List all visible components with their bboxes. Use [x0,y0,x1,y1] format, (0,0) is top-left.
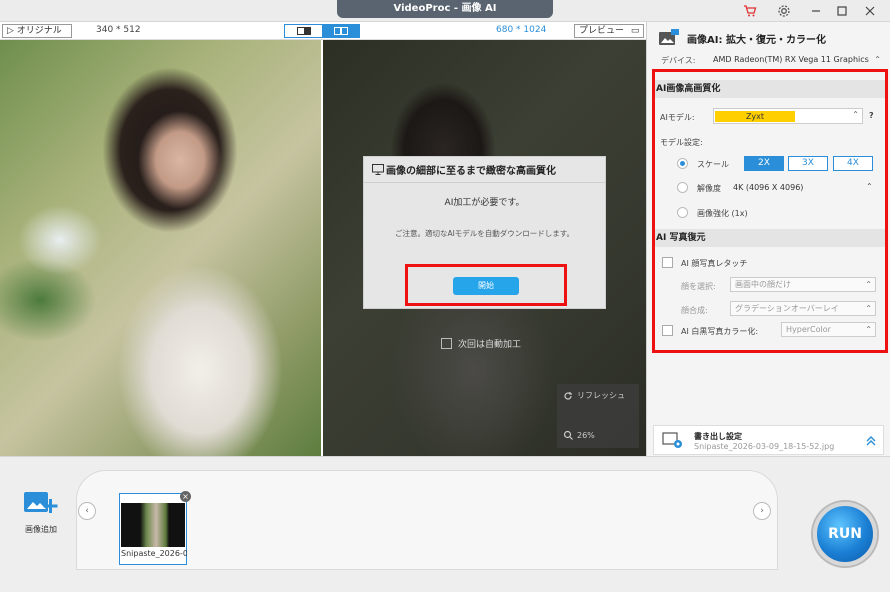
cart-icon[interactable] [742,3,758,19]
play-left-icon: ▷ [7,26,14,36]
remove-thumbnail-icon[interactable]: × [180,491,191,502]
thumbnail-name: Snipaste_2026-0 [121,549,187,558]
export-title: 書き出し設定 [694,432,742,441]
refresh-button[interactable]: リフレッシュ [563,390,625,401]
export-settings-icon [662,432,682,448]
gear-icon[interactable] [776,3,792,19]
preview-tab[interactable]: プレビュー ▭ [574,24,644,38]
single-view-button[interactable] [285,25,322,37]
view-mode-toggle[interactable] [284,24,360,38]
export-settings[interactable]: 書き出し設定 Snipaste_2026-03-09_18-15-52.jpg [653,425,884,455]
auto-process-row[interactable]: 次回は自動加工 [441,337,521,350]
zoom-value: 26% [577,430,595,440]
preview-controls: リフレッシュ 26% [557,384,639,448]
chevron-right-icon: › [760,506,764,516]
thumbnail-item[interactable]: Snipaste_2026-0 [119,493,187,565]
scroll-left-button[interactable]: ‹ [78,502,96,520]
original-label: オリジナル [16,26,62,36]
chevron-updown-icon: ⌃ [874,55,881,64]
auto-process-label: 次回は自動加工 [458,340,522,350]
zoom-readout[interactable]: 26% [563,430,595,440]
add-image-icon [24,492,58,513]
add-image-button[interactable]: 画像追加 [16,490,66,535]
add-image-label: 画像追加 [25,525,57,534]
original-photo [0,40,321,456]
export-filename: Snipaste_2026-03-09_18-15-52.jpg [694,442,835,451]
original-tab[interactable]: ▷ オリジナル [2,24,72,38]
original-dimensions: 340 * 512 [96,25,141,35]
split-view-icon [333,27,348,35]
split-view-button[interactable] [322,25,359,37]
auto-process-checkbox[interactable] [441,338,452,349]
dialog-note: ご注意。適切なAIモデルを自動ダウンロードします。 [394,229,575,238]
dialog-title-text: 画像の細部に至るまで緻密な高画質化 [386,166,556,177]
maximize-icon[interactable] [834,3,850,19]
dialog-title: 画像の細部に至るまで緻密な高画質化 [364,157,605,183]
thumbnail-image [121,503,185,547]
double-chevron-up-icon[interactable] [865,435,877,447]
preview-toolbar: ▷ オリジナル 340 * 512 680 * 1024 プレビュー ▭ [0,22,646,40]
chevron-left-icon: ‹ [85,506,89,516]
monitor-icon: ▭ [630,26,640,36]
image-ai-icon [659,29,679,45]
preview-label: プレビュー [579,26,625,36]
scroll-right-button[interactable]: › [753,502,771,520]
minimize-icon[interactable] [808,3,824,19]
close-icon[interactable] [862,3,878,19]
zoom-icon [563,430,573,440]
device-value: AMD Radeon(TM) RX Vega 11 Graphics [713,55,869,64]
refresh-icon [564,391,572,400]
dialog-message: AI加工が必要です。 [444,198,525,208]
panel-title: 画像AI: 拡大・復元・カラー化 [657,28,826,48]
preview-dimensions: 680 * 1024 [496,25,547,35]
settings-highlight-box [652,69,888,353]
device-row[interactable]: デバイス: AMD Radeon(TM) RX Vega 11 Graphics… [661,55,887,66]
monitor-icon [372,164,384,175]
run-button[interactable]: RUN [813,502,877,566]
single-view-icon [296,27,311,35]
panel-title-text: 画像AI: 拡大・復元・カラー化 [687,34,826,46]
title-bar: VideoProc - 画像 AI [0,0,890,22]
run-area: RUN [795,480,890,592]
window-title: VideoProc - 画像 AI [337,0,553,18]
start-highlight-box [405,264,567,306]
device-label: デバイス: [661,56,696,65]
refresh-label: リフレッシュ [577,391,625,400]
